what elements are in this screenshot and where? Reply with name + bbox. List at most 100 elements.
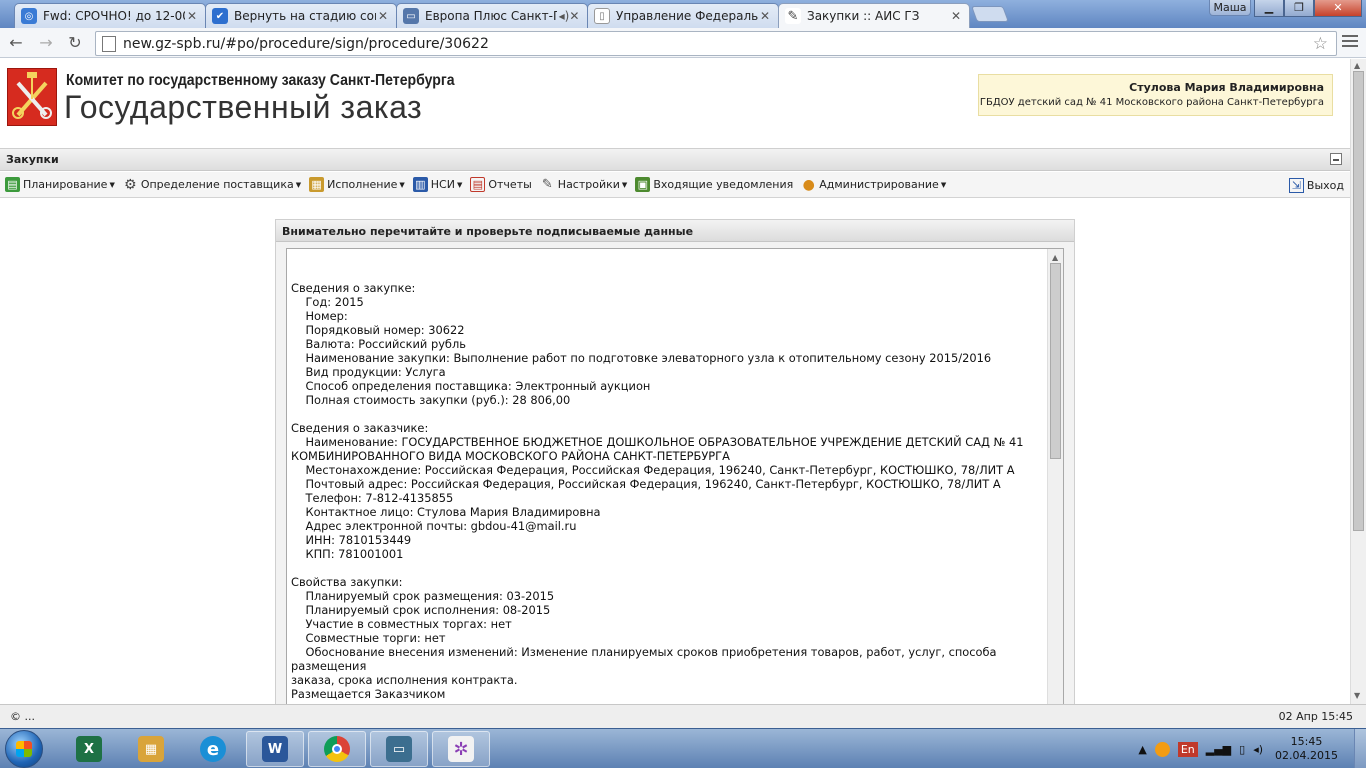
scroll-down-icon[interactable]: ▼	[1354, 691, 1360, 700]
browser-tab-5[interactable]: ✎ Закупки :: АИС ГЗ ✕	[778, 3, 970, 28]
taskbar-word[interactable]: W	[246, 731, 304, 767]
close-icon[interactable]: ✕	[758, 9, 772, 23]
network-signal-icon[interactable]: ▂▄▆	[1206, 743, 1231, 756]
scrollbar-thumb[interactable]	[1353, 71, 1364, 531]
excel-icon: X	[76, 736, 102, 762]
taskbar-explorer[interactable]: ▦	[122, 731, 180, 767]
menu-incoming-notifications[interactable]: ▣ Входящие уведомления	[630, 177, 796, 192]
collapse-icon[interactable]	[1330, 153, 1342, 165]
chrome-icon	[324, 736, 350, 762]
menu-administration[interactable]: ● Администрирование ▼	[796, 177, 949, 193]
scrollbar-thumb[interactable]	[1050, 263, 1061, 459]
sign-data-line: Планируемый срок размещения: 03-2015	[291, 589, 555, 603]
tab-title: Управление Федерально	[616, 9, 758, 23]
site-title: Государственный заказ	[64, 89, 423, 125]
close-icon[interactable]: ✕	[376, 9, 390, 23]
browser-tab-4[interactable]: ▯ Управление Федерально ✕	[587, 3, 779, 28]
menu-execution[interactable]: ▦ Исполнение ▼	[304, 177, 408, 192]
scroll-up-icon[interactable]: ▲	[1354, 61, 1360, 70]
sign-data-line: Полная стоимость закупки (руб.): 28 806,…	[291, 393, 571, 407]
usb-device-icon[interactable]: ▯	[1239, 743, 1245, 756]
taskbar-network-app[interactable]: ✲	[432, 731, 490, 767]
status-left: © ...	[10, 710, 35, 723]
sign-data-line	[291, 561, 1043, 575]
show-desktop-button[interactable]	[1354, 729, 1366, 768]
bookmark-star-icon[interactable]: ☆	[1313, 34, 1328, 54]
profile-badge[interactable]: Маша	[1209, 0, 1251, 16]
new-tab-button[interactable]	[971, 6, 1009, 22]
menu-label: Администрирование	[819, 178, 939, 191]
browser-tab-3[interactable]: ▭ Европа Плюс Санкт-П ◂)✕	[396, 3, 588, 28]
dropdown-arrow-icon: ▼	[621, 180, 628, 189]
menu-settings[interactable]: ✎ Настройки ▼	[535, 177, 631, 192]
taskbar-app-window[interactable]: ▭	[370, 731, 428, 767]
menu-label: НСИ	[430, 178, 455, 191]
user-name: Стулова Мария Владимировна	[1129, 81, 1324, 94]
menu-reports[interactable]: ▤ Отчеты	[465, 177, 534, 192]
reload-icon[interactable]: ↻	[65, 33, 85, 53]
sign-data-line: Контактное лицо: Стулова Мария Владимиро…	[291, 505, 601, 519]
url-text: new.gz-spb.ru/#po/procedure/sign/procedu…	[123, 35, 489, 52]
close-icon[interactable]: ✕	[185, 9, 199, 23]
sign-data-line: Участие в совместных торгах: нет	[291, 617, 512, 631]
taskbar-ie[interactable]: e	[184, 731, 242, 767]
folder-icon: ▦	[138, 736, 164, 762]
taskbar-clock[interactable]: 15:45 02.04.2015	[1275, 735, 1338, 763]
inbox-icon: ▣	[635, 177, 651, 192]
menu-supplier-determination[interactable]: ⚙ Определение поставщика ▼	[118, 176, 304, 193]
tab-title: Европа Плюс Санкт-П	[425, 9, 557, 23]
dropdown-arrow-icon: ▼	[940, 180, 947, 189]
sign-data-line	[291, 407, 1043, 421]
sign-data-line: Совместные торги: нет	[291, 631, 446, 645]
speaker-icon[interactable]: ◂)✕	[557, 9, 581, 23]
sign-data-line: Почтовый адрес: Российская Федерация, Ро…	[291, 477, 1001, 491]
sign-data-line: Сведения о заказчике:	[291, 421, 429, 435]
menu-label: Настройки	[557, 178, 620, 191]
chrome-menu-icon[interactable]	[1342, 35, 1358, 49]
address-bar[interactable]: new.gz-spb.ru/#po/procedure/sign/procedu…	[95, 31, 1337, 56]
back-icon[interactable]: ←	[6, 33, 26, 53]
dropdown-arrow-icon: ▼	[295, 180, 302, 189]
exit-label: Выход	[1306, 179, 1344, 192]
tray-expand-icon[interactable]: ▲	[1138, 743, 1146, 756]
menu-label: Исполнение	[327, 178, 398, 191]
sign-data-line: Местонахождение: Российская Федерация, Р…	[291, 463, 1015, 477]
sign-data-line: Способ определения поставщика: Электронн…	[291, 379, 651, 393]
mail-icon: ◎	[21, 8, 37, 24]
forward-icon[interactable]: →	[36, 33, 56, 53]
textarea-scrollbar[interactable]: ▲	[1047, 249, 1063, 704]
dropdown-arrow-icon: ▼	[109, 180, 115, 189]
close-icon[interactable]: ✕	[949, 9, 963, 23]
panel-title: Внимательно перечитайте и проверьте подп…	[276, 220, 1074, 242]
sign-data-line: Свойства закупки:	[291, 575, 403, 589]
maximize-button[interactable]: ❐	[1284, 0, 1314, 17]
sign-data-line: Номер:	[291, 309, 348, 323]
sign-data-panel: Внимательно перечитайте и проверьте подп…	[275, 219, 1075, 704]
exit-button[interactable]: ⇲ Выход	[1288, 178, 1344, 193]
network-app-icon: ✲	[448, 736, 474, 762]
close-window-button[interactable]: ✕	[1314, 0, 1362, 17]
taskbar-chrome[interactable]	[308, 731, 366, 767]
volume-icon[interactable]: ◂)	[1253, 743, 1263, 756]
minimize-button[interactable]: ▁	[1254, 0, 1284, 17]
gear-icon: ⚙	[124, 176, 137, 193]
language-indicator[interactable]: En	[1177, 741, 1198, 757]
user-organization: ГБДОУ детский сад № 41 Московского район…	[979, 97, 1324, 108]
sign-data-line: Порядковый номер: 30622	[291, 323, 465, 337]
browser-tab-1[interactable]: ◎ Fwd: СРОЧНО! до 12-00 ( ✕	[14, 3, 206, 28]
browser-tab-2[interactable]: ✔ Вернуть на стадию согла ✕	[205, 3, 397, 28]
status-datetime: 02 Апр 15:45	[1278, 710, 1353, 723]
sign-data-line: Размещается Заказчиком	[291, 687, 446, 701]
planning-icon: ▤	[5, 177, 20, 192]
sign-data-textarea[interactable]: Сведения о закупке: Год: 2015 Номер: Пор…	[286, 248, 1064, 704]
page-scrollbar[interactable]: ▲ ▼	[1350, 59, 1366, 704]
start-button[interactable]	[5, 730, 43, 768]
windows-taskbar: X ▦ e W ▭ ✲ ▲ En ▂▄▆ ▯ ◂) 15:45 02.04.20…	[0, 728, 1366, 768]
sign-data-line: Год: 2015	[291, 295, 364, 309]
menu-nsi[interactable]: ▥ НСИ ▼	[408, 177, 466, 192]
sign-data-line: КОМБИНИРОВАННОГО ВИДА МОСКОВСКОГО РАЙОНА…	[291, 449, 730, 463]
tray-app-icon[interactable]	[1154, 741, 1170, 757]
menu-planning[interactable]: ▤ Планирование ▼	[0, 177, 118, 192]
taskbar-excel[interactable]: X	[60, 731, 118, 767]
report-icon: ▤	[470, 177, 486, 192]
